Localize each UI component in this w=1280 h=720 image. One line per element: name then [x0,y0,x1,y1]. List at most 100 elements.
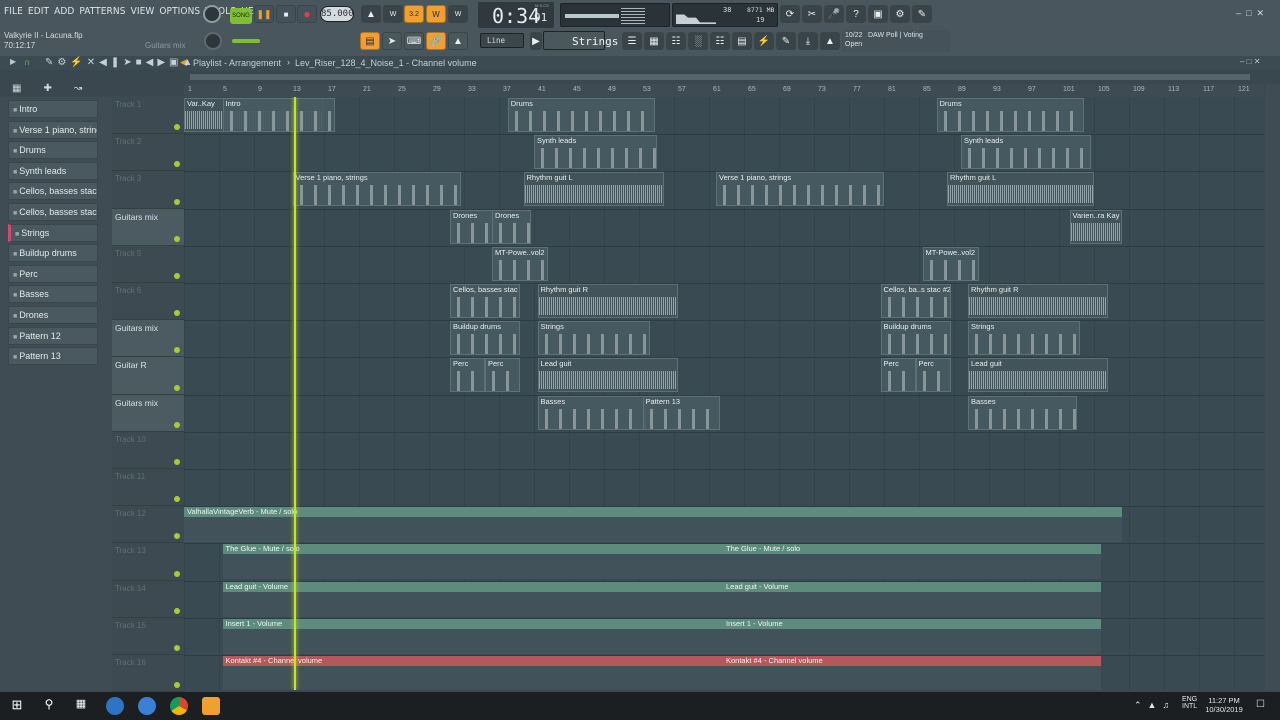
menu-patterns[interactable]: PATTERNS [79,6,125,17]
playlist-clip[interactable]: Strings [968,321,1080,356]
automation-clip[interactable]: Lead guit - Volume [723,581,1101,617]
pattern-song-toggle-knob[interactable] [203,5,221,23]
pattern-prev-button[interactable]: ▶ [530,32,542,50]
automation-clip[interactable]: Kontakt #4 - Channel volume [222,656,723,690]
track-header[interactable]: Guitars mix [112,320,184,358]
vertical-scrollbar[interactable] [1265,84,1280,690]
download-button[interactable]: ⤓ [798,32,818,50]
track-mute-indicator[interactable] [174,570,180,577]
metronome-button[interactable]: ▲ [361,5,381,23]
automation-clip[interactable]: Insert 1 - Volume [723,618,1101,654]
pattern-item[interactable]: Pattern 12 [8,326,98,345]
typing-keyboard-button[interactable]: ⌨ [404,32,424,50]
link-button[interactable]: 🔗 [426,32,446,50]
magnet-icon[interactable]: ∩ [24,57,30,67]
snap-select[interactable]: Line [480,33,524,48]
playlist-clip[interactable]: Rhythm guit R [537,284,678,318]
notifications-icon[interactable]: ☐ [1256,699,1265,710]
pattern-item[interactable]: Drums [8,141,98,160]
playlist-clip[interactable]: Intro [222,98,335,132]
track-mute-indicator[interactable] [174,272,180,279]
touch-keyboard-button[interactable]: ✎ [776,32,796,50]
pattern-item[interactable]: Cellos, basses stac #2 [8,203,98,221]
playlist-clip[interactable]: Verse 1 piano, strings [292,172,461,207]
track-header[interactable]: Guitars mix [112,394,184,432]
language-indicator[interactable]: ENG INTL [1182,696,1197,710]
track-header[interactable]: Track 6 [112,283,184,321]
stop-button[interactable]: ■ [276,5,296,23]
pattern-item[interactable]: Cellos, basses stac [8,182,98,201]
playlist-clip[interactable]: Buildup drums [450,321,520,356]
playlist-clip[interactable]: Perc [880,358,916,393]
track-header[interactable]: Track 13 [112,543,184,581]
browser-app-icon[interactable] [106,697,124,715]
timeline-ruler[interactable]: 1 5 9 13 17 21 25 29 33 37 41 45 49 53 57 61 65 69 73 77 81 8… [184,84,1264,97]
pattern-selector[interactable]: Strings [543,31,618,50]
playlist-clip[interactable]: Synth leads [961,135,1091,170]
fl-studio-app-icon[interactable] [202,697,220,715]
master-volume-knob[interactable] [204,32,222,50]
playlist-clip[interactable]: Rhythm guit L [523,172,664,207]
track-mute-indicator[interactable] [174,496,180,503]
track-mute-indicator[interactable] [174,310,180,317]
track-mute-indicator[interactable] [174,644,180,651]
playlist-clip[interactable]: Rhythm guit R [968,284,1108,318]
windows-start-icon[interactable]: ⊞ [8,697,26,715]
online-button[interactable]: ⟳ [780,5,800,23]
playlist-clip[interactable]: Basses [537,395,653,430]
loop-record-button[interactable]: W [448,5,468,23]
menu-add[interactable]: ADD [54,6,74,17]
search-icon[interactable]: ⚲ [40,697,58,715]
menu-options[interactable]: OPTIONS [159,6,200,17]
pattern-item[interactable]: Perc [8,264,98,283]
chrome-app-icon[interactable] [170,697,188,715]
track-header[interactable]: Track 14 [112,581,184,618]
song-mode-button[interactable]: SONG [230,8,252,24]
step-edit-button[interactable]: W [426,5,446,23]
playlist-clip[interactable]: Perc [450,358,485,393]
track-header[interactable]: Track 16 [112,655,184,693]
automation-clip[interactable]: ValhallaVintageVerb - Mute / solo [184,507,1122,543]
track-mute-indicator[interactable] [174,235,180,242]
clock[interactable]: 11:27 PM 10/30/2019 [1204,696,1244,714]
record-button[interactable]: ● [297,5,317,23]
playlist-clip[interactable]: Drums [936,98,1084,132]
playlist-clip[interactable]: Varien..ra Kay [1069,209,1122,244]
piano-roll-button[interactable]: ▦ [644,32,664,50]
track-mute-indicator[interactable] [174,458,180,465]
track-header[interactable]: Track 3 [112,171,184,209]
tempo-display[interactable]: 85.000 [320,6,354,22]
pattern-item[interactable]: Strings [8,223,98,242]
countdown-button[interactable]: 3.2 [404,5,424,23]
track-header[interactable]: Track 5 [112,246,184,283]
track-header[interactable]: Track 15 [112,618,184,655]
automation-clip[interactable]: Kontakt #4 - Channel volume [723,656,1101,690]
track-header[interactable]: Track 11 [112,469,184,507]
playlist-menu-icon[interactable]: ▶ [10,57,16,66]
restore-icon[interactable]: □ [1246,8,1251,18]
tool-icons[interactable]: ✎⚙⚡✕◀❚➤■◀▶▣▲ [45,57,196,68]
playlist-clip[interactable]: MT-Powe..vol2 [492,246,548,281]
tools-button[interactable]: ✂ [802,5,822,23]
playlist-clip[interactable]: MT-Powe..vol2 [922,246,979,281]
playlist-clip[interactable]: Perc [915,358,951,393]
playhead[interactable] [294,97,296,690]
automation-clip[interactable]: The Glue - Mute / solo [723,544,1101,580]
record-audio-button[interactable]: 🎤 [824,5,844,23]
track-mute-indicator[interactable] [174,384,180,391]
track-mute-indicator[interactable] [174,198,180,205]
track-mute-indicator[interactable] [174,421,180,428]
news-panel[interactable]: 10/22 DAW Poll | Voting Open [842,30,950,52]
track-header[interactable]: Guitars mix [112,208,184,246]
playlist-clip[interactable]: Strings [537,321,650,356]
pattern-item[interactable]: Pattern 13 [8,347,98,366]
play-button[interactable]: ❚❚ [254,5,274,23]
plugin-picker-button[interactable]: ⚡ [754,32,774,50]
track-header[interactable]: Track 1 [112,97,184,135]
stamp-tool[interactable]: ▲ [448,32,468,50]
playlist-window-button[interactable]: ☰ [622,32,642,50]
snap-toggle[interactable]: ▤ [360,32,380,50]
mixer-button[interactable]: ⚙ [890,5,910,23]
automation-clip[interactable]: Insert 1 - Volume [222,618,723,654]
playlist-clip[interactable]: Drones [492,209,531,244]
